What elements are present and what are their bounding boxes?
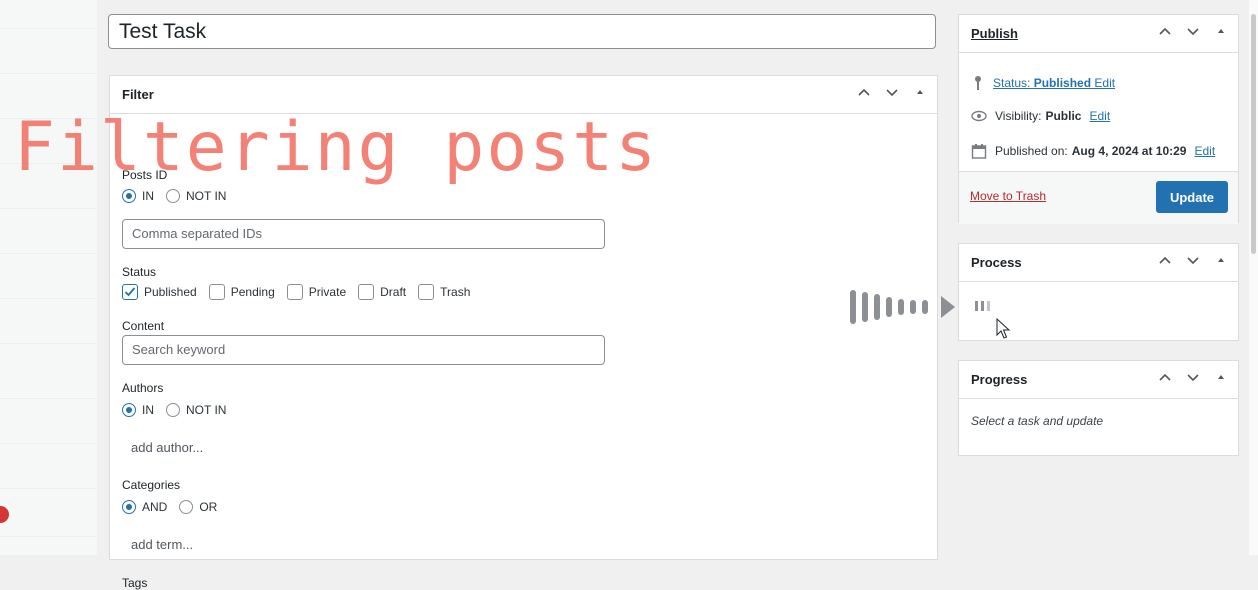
visibility-prefix: Visibility: <box>995 109 1042 123</box>
collapse-triangle-icon[interactable] <box>913 85 927 99</box>
status-private-label: Private <box>308 285 347 299</box>
content-search-input[interactable]: Search keyword <box>122 335 605 365</box>
add-term-input[interactable]: add term... <box>131 537 193 552</box>
categories-radio-or-label: OR <box>199 500 218 514</box>
radio-in-label: IN <box>142 189 154 203</box>
publish-actions: Move to Trash Update <box>959 171 1238 224</box>
status-draft-label: Draft <box>380 285 407 299</box>
update-button[interactable]: Update <box>1156 181 1228 213</box>
categories-label: Categories <box>122 478 181 492</box>
radio-not-in-label: NOT IN <box>186 189 227 203</box>
sidebar-row[interactable] <box>0 163 97 209</box>
eye-icon <box>971 110 987 122</box>
checkbox-published[interactable] <box>122 284 138 300</box>
calendar-icon <box>971 144 987 159</box>
authors-radio-group: IN NOT IN <box>122 403 226 417</box>
radio-in[interactable] <box>122 189 136 203</box>
progress-postbox: Progress Select a task and update <box>958 360 1239 456</box>
chevron-up-icon[interactable] <box>857 85 871 99</box>
checkbox-draft[interactable] <box>358 284 375 300</box>
move-to-trash-link[interactable]: Move to Trash <box>970 189 1046 203</box>
chevron-up-icon[interactable] <box>1158 24 1172 38</box>
status-row: Status: Published Edit <box>971 75 1115 91</box>
tags-label: Tags <box>122 576 148 590</box>
chevron-up-icon[interactable] <box>1158 253 1172 267</box>
publish-heading[interactable]: Publish <box>971 26 1018 41</box>
authors-radio-in-label: IN <box>142 403 154 417</box>
published-prefix: Published on: <box>995 144 1068 158</box>
categories-radio-group: AND OR <box>122 500 217 514</box>
sidebar-row[interactable] <box>0 398 97 444</box>
process-heading: Process <box>971 255 1022 270</box>
collapse-triangle-icon[interactable] <box>1214 24 1228 38</box>
visibility-edit-link[interactable]: Edit <box>1089 109 1110 123</box>
authors-radio-not-in[interactable] <box>166 403 180 417</box>
status-value: Published <box>1033 76 1092 90</box>
status-prefix: Status: <box>993 76 1031 90</box>
sidebar-row[interactable] <box>0 73 97 119</box>
radio-not-in[interactable] <box>166 189 180 203</box>
progress-empty-text: Select a task and update <box>971 414 1104 428</box>
chevron-down-icon[interactable] <box>1186 24 1200 38</box>
status-link[interactable]: Status: Published Edit <box>993 76 1115 90</box>
progress-heading: Progress <box>971 372 1028 387</box>
checkbox-trash[interactable] <box>418 284 435 300</box>
sidebar-row[interactable] <box>0 118 97 164</box>
authors-radio-in[interactable] <box>122 403 136 417</box>
chevron-down-icon[interactable] <box>885 85 899 99</box>
status-edit-link[interactable]: Edit <box>1094 76 1115 90</box>
published-date-row: Published on: Aug 4, 2024 at 10:29 Edit <box>971 143 1215 159</box>
sidebar-row[interactable] <box>0 253 97 299</box>
status-checkbox-group: Published Pending Private Draft Trash <box>122 284 470 300</box>
chevron-up-icon[interactable] <box>1158 370 1172 384</box>
chevron-down-icon[interactable] <box>1186 370 1200 384</box>
checkbox-private[interactable] <box>286 284 303 300</box>
publish-header: Publish <box>959 15 1238 53</box>
publish-postbox: Publish Status: Published Edit Visibilit… <box>958 14 1239 224</box>
admin-sidebar <box>0 0 97 555</box>
sidebar-row[interactable] <box>0 343 97 399</box>
check-icon <box>124 287 136 297</box>
sidebar-row[interactable] <box>0 208 97 254</box>
categories-radio-or[interactable] <box>179 500 194 514</box>
posts-id-radio-group: IN NOT IN <box>122 189 226 203</box>
sidebar-row[interactable] <box>0 0 97 29</box>
status-label: Status <box>122 265 157 279</box>
task-title-input[interactable]: Test Task <box>108 14 936 49</box>
chevron-down-icon[interactable] <box>1186 253 1200 267</box>
published-value: Aug 4, 2024 at 10:29 <box>1071 144 1187 158</box>
posts-id-input[interactable]: Comma separated IDs <box>122 219 605 249</box>
checkbox-pending[interactable] <box>208 284 225 300</box>
categories-radio-and[interactable] <box>122 500 136 514</box>
content-label: Content <box>122 319 165 333</box>
authors-radio-not-in-label: NOT IN <box>186 403 227 417</box>
posts-id-label: Posts ID <box>122 168 168 182</box>
process-postbox: Process <box>958 243 1239 341</box>
sidebar-row[interactable] <box>0 298 97 344</box>
process-header: Process <box>959 244 1238 282</box>
progress-header: Progress <box>959 361 1238 399</box>
loader-icon <box>975 301 990 311</box>
collapse-triangle-icon[interactable] <box>1214 370 1228 384</box>
visibility-row: Visibility: Public Edit <box>971 109 1110 123</box>
page-scrollbar-thumb[interactable] <box>1251 14 1256 254</box>
filter-header: Filter <box>110 76 937 114</box>
sidebar-row[interactable] <box>0 488 97 537</box>
filter-heading: Filter <box>122 87 154 102</box>
sidebar-row[interactable] <box>0 28 97 74</box>
mouse-cursor-icon <box>996 318 1011 339</box>
arrow-icon <box>850 290 955 324</box>
authors-label: Authors <box>122 381 164 395</box>
filter-postbox: Filter Posts ID IN NOT IN Comma separate… <box>109 75 938 590</box>
sidebar-row[interactable] <box>0 443 97 489</box>
published-edit-link[interactable]: Edit <box>1194 144 1215 158</box>
add-author-input[interactable]: add author... <box>131 440 203 455</box>
categories-radio-and-label: AND <box>142 500 168 514</box>
status-trash-label: Trash <box>440 285 471 299</box>
status-pending-label: Pending <box>230 285 275 299</box>
visibility-value: Public <box>1045 109 1082 123</box>
collapse-triangle-icon[interactable] <box>1214 253 1228 267</box>
status-published-label: Published <box>144 285 197 299</box>
pin-icon <box>975 76 981 90</box>
